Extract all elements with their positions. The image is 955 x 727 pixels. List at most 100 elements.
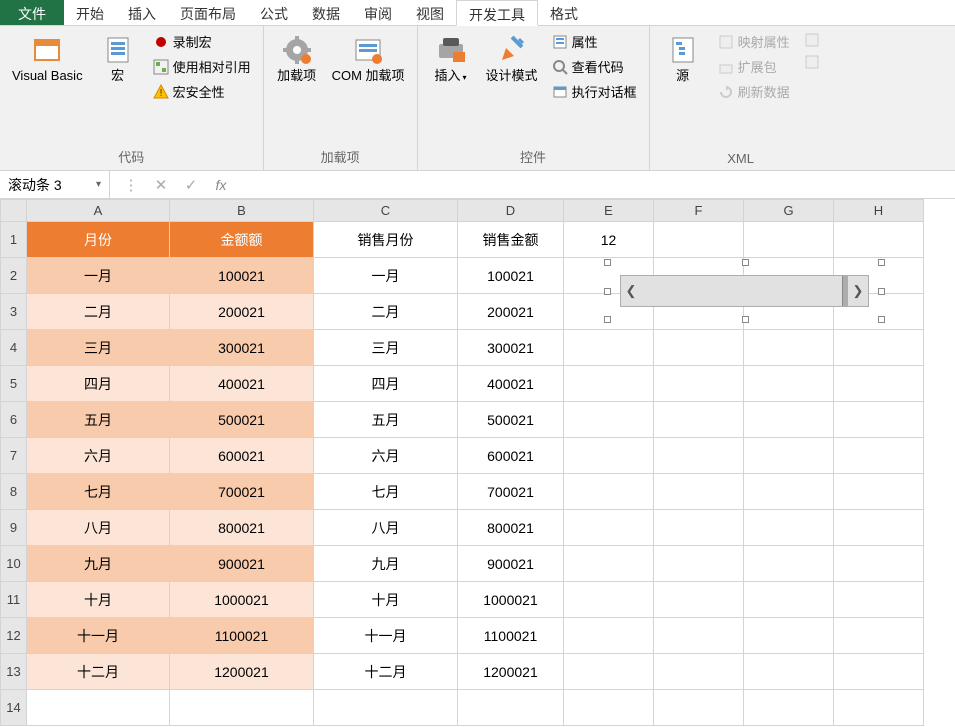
cell[interactable] <box>834 330 924 366</box>
cell[interactable]: 九月 <box>314 546 458 582</box>
row-header[interactable]: 7 <box>1 438 27 474</box>
cell[interactable] <box>654 654 744 690</box>
row-header[interactable]: 9 <box>1 510 27 546</box>
cell[interactable] <box>834 618 924 654</box>
column-header-G[interactable]: G <box>744 200 834 222</box>
cell[interactable]: 十月 <box>314 582 458 618</box>
cell[interactable] <box>654 582 744 618</box>
cell[interactable]: 十二月 <box>27 654 170 690</box>
cell-D1[interactable]: 销售金额 <box>458 222 564 258</box>
cell[interactable]: 十二月 <box>314 654 458 690</box>
cell[interactable] <box>654 438 744 474</box>
cell[interactable] <box>744 618 834 654</box>
cell[interactable] <box>564 474 654 510</box>
row-header[interactable]: 11 <box>1 582 27 618</box>
row-header[interactable]: 14 <box>1 690 27 726</box>
cell[interactable]: 1100021 <box>458 618 564 654</box>
cell[interactable]: 七月 <box>314 474 458 510</box>
cell[interactable] <box>744 366 834 402</box>
cell[interactable]: 800021 <box>458 510 564 546</box>
cell[interactable]: 十一月 <box>314 618 458 654</box>
scrollbar-form-control[interactable]: ❮ ❯ <box>620 275 869 307</box>
cell[interactable] <box>744 582 834 618</box>
cell-B1[interactable]: 金额额 <box>170 222 314 258</box>
row-header[interactable]: 12 <box>1 618 27 654</box>
cell[interactable]: 900021 <box>458 546 564 582</box>
cell[interactable] <box>834 474 924 510</box>
cell[interactable]: 五月 <box>27 402 170 438</box>
cell[interactable] <box>834 402 924 438</box>
cell[interactable]: 四月 <box>314 366 458 402</box>
cell[interactable]: 300021 <box>170 330 314 366</box>
formula-more-icon[interactable]: ⋮ <box>122 176 140 194</box>
tab-pagelayout[interactable]: 页面布局 <box>168 0 248 25</box>
cell[interactable] <box>654 402 744 438</box>
cell[interactable]: 700021 <box>170 474 314 510</box>
cell[interactable] <box>654 618 744 654</box>
cell[interactable]: 八月 <box>314 510 458 546</box>
cell[interactable]: 200021 <box>458 294 564 330</box>
cell[interactable] <box>654 690 744 726</box>
source-button[interactable]: 源 <box>658 30 708 89</box>
cell[interactable]: 五月 <box>314 402 458 438</box>
row-header[interactable]: 3 <box>1 294 27 330</box>
cell[interactable] <box>834 654 924 690</box>
cell[interactable]: 600021 <box>170 438 314 474</box>
properties-button[interactable]: 属性 <box>548 30 641 53</box>
row-header[interactable]: 10 <box>1 546 27 582</box>
cell[interactable] <box>834 510 924 546</box>
cell[interactable] <box>564 582 654 618</box>
cell[interactable]: 100021 <box>458 258 564 294</box>
cell[interactable]: 七月 <box>27 474 170 510</box>
cell[interactable] <box>834 546 924 582</box>
cell[interactable] <box>744 474 834 510</box>
cell[interactable]: 1000021 <box>170 582 314 618</box>
cell[interactable] <box>744 222 834 258</box>
cell[interactable]: 六月 <box>27 438 170 474</box>
column-header-B[interactable]: B <box>170 200 314 222</box>
row-header[interactable]: 13 <box>1 654 27 690</box>
cell[interactable] <box>564 510 654 546</box>
cell[interactable]: 400021 <box>170 366 314 402</box>
design-mode-button[interactable]: 设计模式 <box>482 30 542 89</box>
tab-format[interactable]: 格式 <box>538 0 590 25</box>
tab-developer[interactable]: 开发工具 <box>456 0 538 26</box>
cell[interactable] <box>170 690 314 726</box>
cell[interactable]: 1000021 <box>458 582 564 618</box>
record-macro-button[interactable]: 录制宏 <box>149 30 255 53</box>
cell-E1[interactable]: 12 <box>564 222 654 258</box>
cell[interactable] <box>564 690 654 726</box>
cell[interactable] <box>744 654 834 690</box>
row-header[interactable]: 1 <box>1 222 27 258</box>
column-header-H[interactable]: H <box>834 200 924 222</box>
cell[interactable] <box>834 366 924 402</box>
cell-C1[interactable]: 销售月份 <box>314 222 458 258</box>
use-relative-button[interactable]: 使用相对引用 <box>149 55 255 78</box>
cell[interactable]: 1100021 <box>170 618 314 654</box>
com-addins-button[interactable]: COM 加载项 <box>328 30 409 89</box>
row-header[interactable]: 2 <box>1 258 27 294</box>
cell[interactable]: 三月 <box>314 330 458 366</box>
cell[interactable]: 一月 <box>314 258 458 294</box>
cell[interactable] <box>654 222 744 258</box>
column-header-E[interactable]: E <box>564 200 654 222</box>
tab-home[interactable]: 开始 <box>64 0 116 25</box>
cell[interactable] <box>564 654 654 690</box>
cell[interactable]: 100021 <box>170 258 314 294</box>
cell[interactable] <box>564 438 654 474</box>
cell[interactable]: 400021 <box>458 366 564 402</box>
cell[interactable]: 800021 <box>170 510 314 546</box>
cell[interactable]: 一月 <box>27 258 170 294</box>
cell[interactable] <box>744 510 834 546</box>
cell[interactable] <box>834 438 924 474</box>
cell[interactable] <box>744 546 834 582</box>
cell[interactable] <box>654 330 744 366</box>
cell[interactable]: 六月 <box>314 438 458 474</box>
cell[interactable]: 300021 <box>458 330 564 366</box>
scroll-track[interactable] <box>641 276 848 306</box>
name-box-dropdown-icon[interactable]: ▾ <box>96 179 101 190</box>
name-box[interactable]: 滚动条 3 ▾ <box>0 171 110 198</box>
column-header-A[interactable]: A <box>27 200 170 222</box>
row-header[interactable]: 8 <box>1 474 27 510</box>
cell[interactable] <box>654 474 744 510</box>
